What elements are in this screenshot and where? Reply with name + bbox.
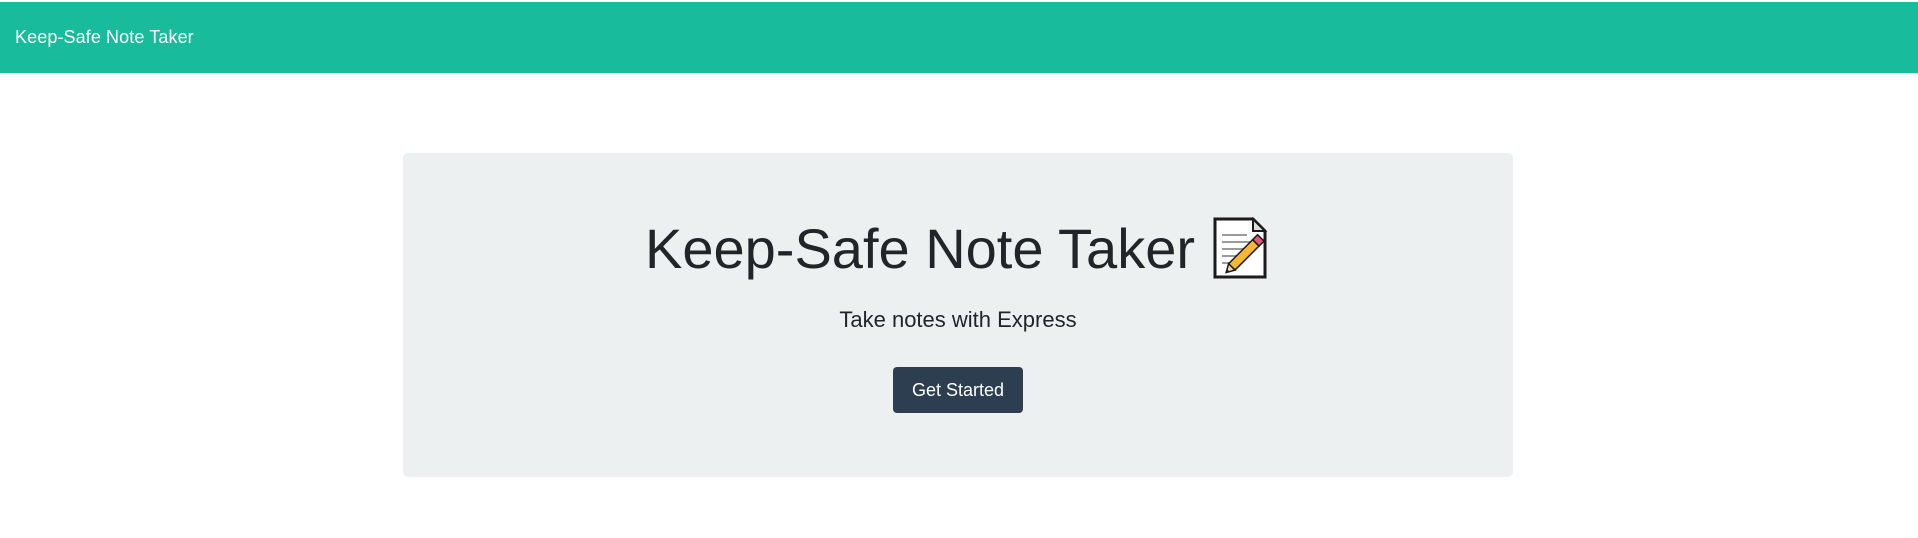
hero-jumbotron: Keep-Safe Note Taker Take notes with Exp… xyxy=(403,153,1513,477)
hero-subtitle: Take notes with Express xyxy=(839,307,1077,332)
get-started-button[interactable]: Get Started xyxy=(893,367,1023,413)
memo-icon xyxy=(1211,216,1271,281)
navbar: Keep-Safe Note Taker xyxy=(0,2,1918,73)
navbar-brand-link[interactable]: Keep-Safe Note Taker xyxy=(15,27,194,48)
page-title: Keep-Safe Note Taker xyxy=(645,217,1195,280)
hero-title-row: Keep-Safe Note Taker xyxy=(403,215,1513,283)
